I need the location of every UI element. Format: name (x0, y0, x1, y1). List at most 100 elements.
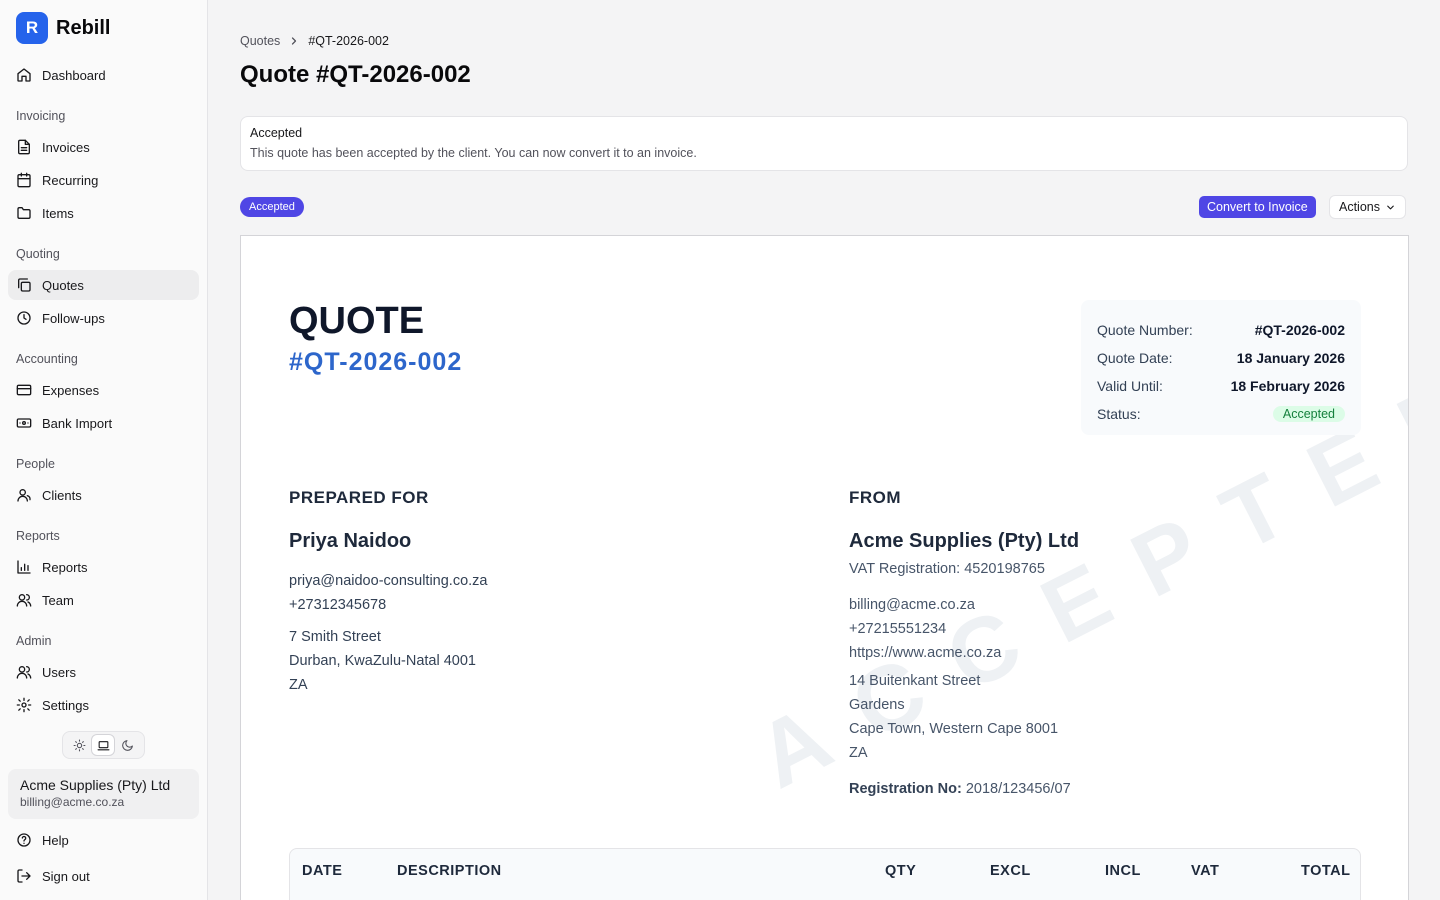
status-chip: Accepted (1272, 406, 1345, 422)
client-name: Priya Naidoo (289, 530, 412, 552)
sidebar-item-label: Items (42, 205, 74, 221)
company-vat: VAT Registration: 4520198765 (849, 561, 1045, 577)
meta-row-status: Status: Accepted (1097, 400, 1345, 428)
nav-group-quoting: Quoting (16, 247, 60, 261)
meta-label: Quote Number: (1097, 322, 1193, 338)
sidebar-item-items[interactable]: Items (8, 198, 199, 228)
users-icon (16, 666, 32, 679)
sidebar-item-label: Reports (42, 559, 88, 575)
nav-group-reports: Reports (16, 529, 60, 543)
account-name: Acme Supplies (Pty) Ltd (20, 777, 171, 793)
document-number: #QT-2026-002 (289, 348, 463, 376)
status-alert: Accepted This quote has been accepted by… (240, 116, 1408, 171)
meta-value: #QT-2026-002 (1254, 322, 1345, 338)
chevron-right-icon (292, 37, 297, 45)
sidebar-item-followups[interactable]: Follow-ups (8, 303, 199, 333)
alert-title: Accepted (250, 126, 303, 140)
sidebar-item-label: Invoices (42, 139, 90, 155)
account-card[interactable]: Acme Supplies (Pty) Ltd billing@acme.co.… (8, 769, 199, 819)
banknote-icon (16, 418, 32, 428)
sidebar-item-label: Follow-ups (42, 310, 105, 326)
column-header-description: DESCRIPTION (397, 863, 502, 879)
alert-description: This quote has been accepted by the clie… (250, 146, 697, 160)
file-text-icon (18, 139, 30, 155)
credit-card-icon (16, 384, 32, 396)
sidebar-item-invoices[interactable]: Invoices (8, 132, 199, 162)
theme-light-button[interactable] (68, 735, 90, 755)
brand-name: Rebill (56, 16, 111, 39)
column-header-excl: EXCL (990, 863, 1031, 879)
client-country: ZA (289, 677, 308, 693)
status-badge: Accepted (240, 197, 304, 217)
theme-toggle (62, 731, 145, 759)
sidebar-item-label: Help (42, 832, 69, 848)
column-header-total: TOTAL (1301, 863, 1351, 879)
sidebar-item-settings[interactable]: Settings (8, 690, 199, 720)
sidebar-item-team[interactable]: Team (8, 585, 199, 615)
document-title: QUOTE (289, 300, 425, 342)
calendar-icon (17, 172, 31, 188)
company-phone: +27215551234 (849, 621, 947, 637)
laptop-icon (97, 740, 110, 750)
sidebar-item-dashboard[interactable]: Dashboard (8, 60, 199, 90)
prepared-for-heading: PREPARED FOR (289, 488, 429, 507)
page-title: Quote #QT-2026-002 (240, 61, 471, 88)
sidebar: R Rebill Dashboard Invoicing Invoices Re… (0, 0, 208, 900)
quote-document: ACCEPTED QUOTE #QT-2026-002 Quote Number… (240, 235, 1409, 900)
sidebar-item-label: Sign out (42, 868, 90, 884)
sidebar-item-quotes[interactable]: Quotes (8, 270, 199, 300)
sidebar-item-users[interactable]: Users (8, 657, 199, 687)
sidebar-item-label: Recurring (42, 172, 99, 188)
column-header-incl: INCL (1105, 863, 1141, 879)
sidebar-item-label: Bank Import (42, 415, 113, 431)
sidebar-item-reports[interactable]: Reports (8, 552, 199, 582)
nav-group-invoicing: Invoicing (16, 109, 66, 123)
breadcrumb-quotes-link[interactable]: Quotes (240, 34, 280, 48)
copy-icon (18, 278, 31, 292)
column-header-date: DATE (302, 863, 343, 879)
users-icon (16, 594, 32, 607)
company-website: https://www.acme.co.za (849, 645, 1002, 661)
sun-icon (73, 739, 86, 751)
client-address-line: 7 Smith Street (289, 629, 381, 645)
nav-group-people: People (16, 457, 55, 471)
nav-group-admin: Admin (16, 634, 52, 648)
company-country: ZA (849, 745, 868, 761)
gear-icon (16, 697, 32, 713)
meta-label: Status: (1097, 406, 1141, 422)
column-header-qty: QTY (885, 863, 917, 879)
registration-value: 2018/123456/07 (965, 781, 1071, 797)
from-heading: FROM (849, 488, 902, 507)
meta-value: 18 January 2026 (1236, 350, 1345, 366)
quote-meta-card: Quote Number: #QT-2026-002 Quote Date: 1… (1081, 300, 1361, 435)
sidebar-item-sign-out[interactable]: Sign out (8, 861, 199, 891)
sidebar-item-label: Users (42, 664, 76, 680)
sidebar-item-label: Team (42, 592, 74, 608)
breadcrumb: Quotes #QT-2026-002 (240, 34, 389, 48)
folder-icon (17, 207, 31, 219)
log-out-icon (17, 869, 31, 883)
convert-to-invoice-button[interactable]: Convert to Invoice (1199, 196, 1316, 218)
client-phone: +27312345678 (289, 597, 387, 613)
brand[interactable]: R Rebill (16, 12, 110, 44)
meta-row-number: Quote Number: #QT-2026-002 (1097, 316, 1345, 344)
company-name: Acme Supplies (Pty) Ltd (849, 530, 1080, 552)
company-address-line: 14 Buitenkant Street (849, 673, 981, 689)
meta-label: Quote Date: (1097, 350, 1173, 366)
sidebar-item-recurring[interactable]: Recurring (8, 165, 199, 195)
user-icon (17, 489, 31, 502)
sidebar-item-help[interactable]: Help (8, 825, 199, 855)
actions-label: Actions (1339, 200, 1380, 214)
sidebar-item-label: Clients (42, 487, 82, 503)
sidebar-item-bank-import[interactable]: Bank Import (8, 408, 199, 438)
sidebar-item-expenses[interactable]: Expenses (8, 375, 199, 405)
client-address-line: Durban, KwaZulu-Natal 4001 (289, 653, 476, 669)
registration-label: Registration No: (849, 781, 962, 797)
actions-dropdown-button[interactable]: Actions (1329, 195, 1406, 219)
sidebar-item-clients[interactable]: Clients (8, 480, 199, 510)
theme-system-button[interactable] (92, 735, 115, 755)
theme-dark-button[interactable] (117, 735, 139, 755)
company-address-line: Cape Town, Western Cape 8001 (849, 721, 1059, 737)
meta-label: Valid Until: (1097, 378, 1163, 394)
bar-chart-icon (17, 560, 31, 574)
